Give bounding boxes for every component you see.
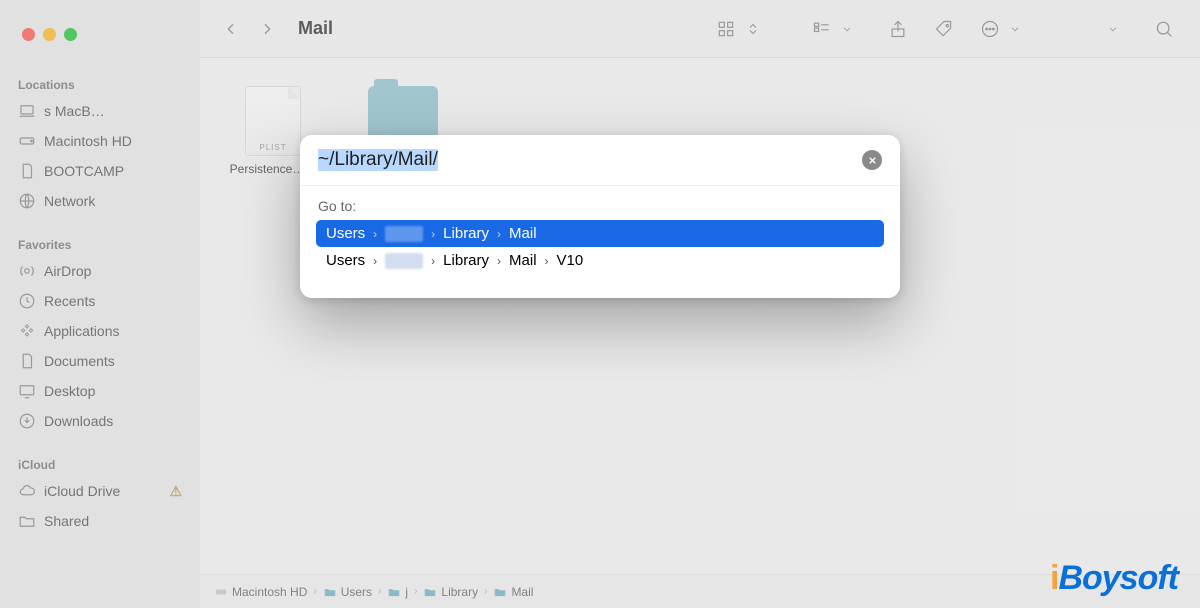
download-icon xyxy=(18,412,36,430)
back-button[interactable] xyxy=(220,18,242,40)
close-window-button[interactable] xyxy=(22,28,35,41)
sidebar-item-airdrop[interactable]: AirDrop xyxy=(0,256,200,286)
sidebar-item-bootcamp[interactable]: BOOTCAMP xyxy=(0,156,200,186)
toolbar: Mail xyxy=(200,0,1200,58)
group-button[interactable] xyxy=(806,15,838,43)
chevron-down-icon[interactable] xyxy=(1106,15,1120,43)
sidebar-item-desktop[interactable]: Desktop xyxy=(0,376,200,406)
sidebar-section-label: Locations xyxy=(0,70,200,96)
redacted-username xyxy=(385,253,423,269)
chevron-right-icon: › xyxy=(484,586,487,597)
chevron-right-icon: › xyxy=(371,227,379,241)
chevron-right-icon: › xyxy=(313,586,316,597)
forward-button[interactable] xyxy=(256,18,278,40)
folder-icon xyxy=(493,585,507,599)
chevron-right-icon: › xyxy=(371,254,379,268)
view-icons-button[interactable] xyxy=(710,15,742,43)
tag-button[interactable] xyxy=(928,15,960,43)
sidebar-item-label: Documents xyxy=(44,353,115,369)
chevron-right-icon: › xyxy=(495,254,503,268)
sidebar-item-label: Shared xyxy=(44,513,89,529)
chevron-right-icon: › xyxy=(414,586,417,597)
chevron-down-icon[interactable] xyxy=(840,15,854,43)
goto-label: Go to: xyxy=(316,196,884,220)
path-seg-disk[interactable]: Macintosh HD xyxy=(214,585,307,599)
action-menu-button[interactable] xyxy=(974,15,1006,43)
laptop-icon xyxy=(18,102,36,120)
folder-icon xyxy=(423,585,437,599)
search-button[interactable] xyxy=(1148,15,1180,43)
sidebar-item-label: Recents xyxy=(44,293,95,309)
goto-result-row[interactable]: Users › › Library › Mail › V10 xyxy=(316,247,884,274)
sidebar-section-label: Favorites xyxy=(0,230,200,256)
disk-icon xyxy=(18,132,36,150)
sidebar-item-label: s MacB… xyxy=(44,103,105,119)
sidebar-item-device[interactable]: s MacB… xyxy=(0,96,200,126)
sidebar-item-label: Applications xyxy=(44,323,120,339)
sidebar-item-label: iCloud Drive xyxy=(44,483,120,499)
window-title: Mail xyxy=(298,18,333,39)
apps-icon xyxy=(18,322,36,340)
chevron-right-icon: › xyxy=(495,227,503,241)
clear-input-button[interactable] xyxy=(862,150,882,170)
goto-result-row[interactable]: Users › › Library › Mail xyxy=(316,220,884,247)
sidebar-item-shared[interactable]: Shared xyxy=(0,506,200,536)
sidebar-item-recents[interactable]: Recents xyxy=(0,286,200,316)
warning-icon: ⚠︎ xyxy=(169,483,182,500)
chevron-right-icon: › xyxy=(378,586,381,597)
sidebar-section-label: iCloud xyxy=(0,450,200,476)
share-button[interactable] xyxy=(882,15,914,43)
file-item-folder[interactable] xyxy=(358,86,448,142)
view-toggle-icon[interactable] xyxy=(744,15,762,43)
sidebar: Locations s MacB… Macintosh HD BOOTCAMP … xyxy=(0,0,200,608)
watermark: iiBoysoftBoysoft xyxy=(1050,559,1178,598)
minimize-window-button[interactable] xyxy=(43,28,56,41)
go-to-folder-dialog: Go to: Users › › Library › Mail Users › … xyxy=(300,135,900,298)
sidebar-item-label: AirDrop xyxy=(44,263,91,279)
clock-icon xyxy=(18,292,36,310)
doc-icon xyxy=(18,352,36,370)
chevron-right-icon: › xyxy=(543,254,551,268)
sidebar-item-macintosh-hd[interactable]: Macintosh HD xyxy=(0,126,200,156)
folder-icon xyxy=(323,585,337,599)
folder-icon xyxy=(387,585,401,599)
doc-icon xyxy=(18,162,36,180)
chevron-right-icon: › xyxy=(429,227,437,241)
sidebar-item-icloud-drive[interactable]: iCloud Drive ⚠︎ xyxy=(0,476,200,506)
path-seg-library[interactable]: Library xyxy=(423,585,478,599)
sidebar-item-documents[interactable]: Documents xyxy=(0,346,200,376)
path-seg-mail[interactable]: Mail xyxy=(493,585,533,599)
sidebar-item-label: BOOTCAMP xyxy=(44,163,124,179)
cloud-icon xyxy=(18,482,36,500)
sidebar-item-label: Desktop xyxy=(44,383,95,399)
shared-folder-icon xyxy=(18,512,36,530)
sidebar-item-network[interactable]: Network xyxy=(0,186,200,216)
chevron-down-icon[interactable] xyxy=(1008,15,1022,43)
desktop-icon xyxy=(18,382,36,400)
sidebar-item-label: Macintosh HD xyxy=(44,133,132,149)
disk-icon xyxy=(214,585,228,599)
goto-path-input[interactable] xyxy=(318,149,862,171)
maximize-window-button[interactable] xyxy=(64,28,77,41)
main-area: Mail PLIST Persistence…ist Macin xyxy=(200,0,1200,608)
globe-icon xyxy=(18,192,36,210)
path-seg-user[interactable]: j xyxy=(387,585,408,599)
sidebar-item-label: Downloads xyxy=(44,413,113,429)
sidebar-item-label: Network xyxy=(44,193,95,209)
plist-file-icon: PLIST xyxy=(245,86,301,156)
chevron-right-icon: › xyxy=(429,254,437,268)
path-seg-users[interactable]: Users xyxy=(323,585,372,599)
sidebar-item-applications[interactable]: Applications xyxy=(0,316,200,346)
folder-icon xyxy=(368,86,438,142)
sidebar-item-downloads[interactable]: Downloads xyxy=(0,406,200,436)
redacted-username xyxy=(385,226,423,242)
airdrop-icon xyxy=(18,262,36,280)
window-controls xyxy=(22,28,77,41)
